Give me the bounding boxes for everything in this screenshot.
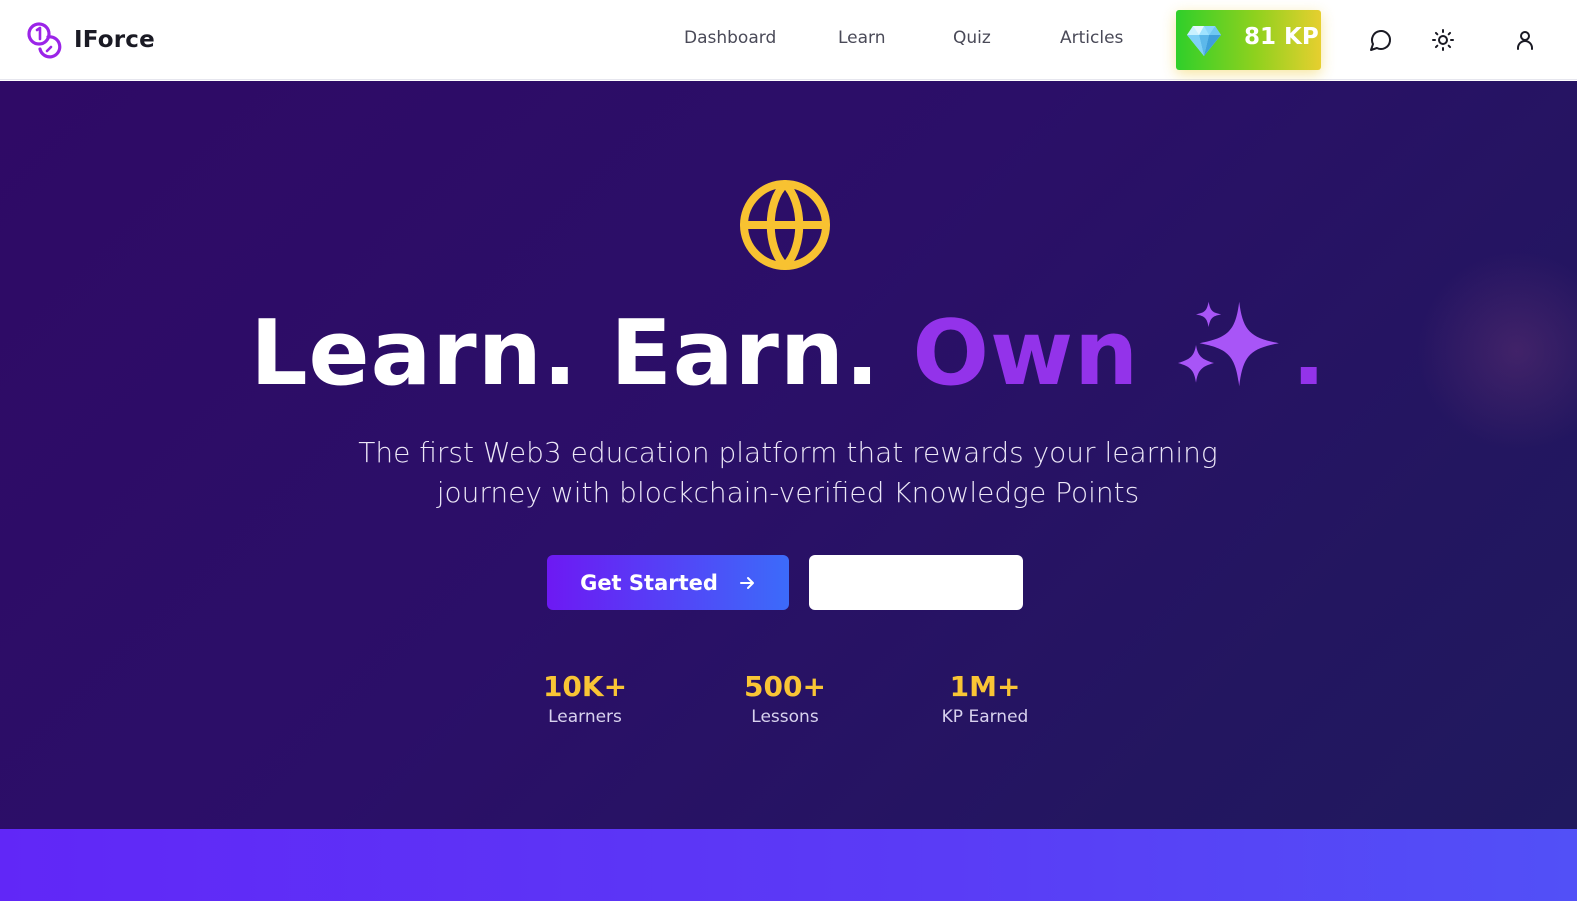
hero-subtitle-line2: journey with blockchain-verified Knowled… xyxy=(436,476,1140,509)
globe-icon xyxy=(740,180,830,270)
arrow-right-icon xyxy=(739,576,754,589)
nav-link-articles[interactable]: Articles xyxy=(1060,28,1123,48)
nav-link-learn[interactable]: Learn xyxy=(838,28,886,48)
headline-learn: Learn. xyxy=(250,301,578,406)
secondary-cta-button[interactable] xyxy=(809,555,1023,610)
hero-headline: Learn. Earn. Own . xyxy=(0,300,1577,406)
get-started-button[interactable]: Get Started xyxy=(547,555,789,610)
get-started-label: Get Started xyxy=(580,570,718,595)
bottom-section-band xyxy=(0,829,1577,901)
logo-link[interactable]: IForce xyxy=(26,20,155,60)
app-name: IForce xyxy=(74,27,155,53)
nav-link-quiz[interactable]: Quiz xyxy=(953,28,991,48)
hero-section: Learn. Earn. Own . The first Web3 educat… xyxy=(0,81,1577,829)
gem-icon xyxy=(1187,26,1221,56)
stat-label: KP Earned xyxy=(941,707,1029,727)
sun-icon[interactable] xyxy=(1431,28,1455,52)
stat-label: Learners xyxy=(548,707,622,727)
chat-icon[interactable] xyxy=(1369,28,1393,52)
stat-value: 10K+ xyxy=(542,670,628,703)
sparkles-icon xyxy=(1177,301,1279,387)
user-icon[interactable] xyxy=(1513,28,1537,52)
stat-kp-earned: 1M+ KP Earned xyxy=(905,669,1065,727)
stat-value: 1M+ xyxy=(949,670,1021,703)
stat-learners: 10K+ Learners xyxy=(505,669,665,727)
logo-icon xyxy=(27,22,62,59)
headline-period: . xyxy=(1291,301,1327,406)
headline-earn: Earn. xyxy=(610,301,881,406)
nav-link-dashboard[interactable]: Dashboard xyxy=(684,28,776,48)
hero-subtitle: The first Web3 education platform that r… xyxy=(288,433,1288,513)
hero-subtitle-line1: The first Web3 education platform that r… xyxy=(358,436,1218,469)
stat-label: Lessons xyxy=(751,707,819,727)
stat-lessons: 500+ Lessons xyxy=(705,669,865,727)
kp-balance-badge[interactable]: 81 KP xyxy=(1176,10,1321,70)
stat-value: 500+ xyxy=(744,670,826,703)
kp-balance-text: 81 KP xyxy=(1244,24,1319,50)
headline-own: Own xyxy=(912,301,1140,406)
top-navbar: IForce Dashboard Learn Quiz Articles 81 … xyxy=(0,0,1577,80)
